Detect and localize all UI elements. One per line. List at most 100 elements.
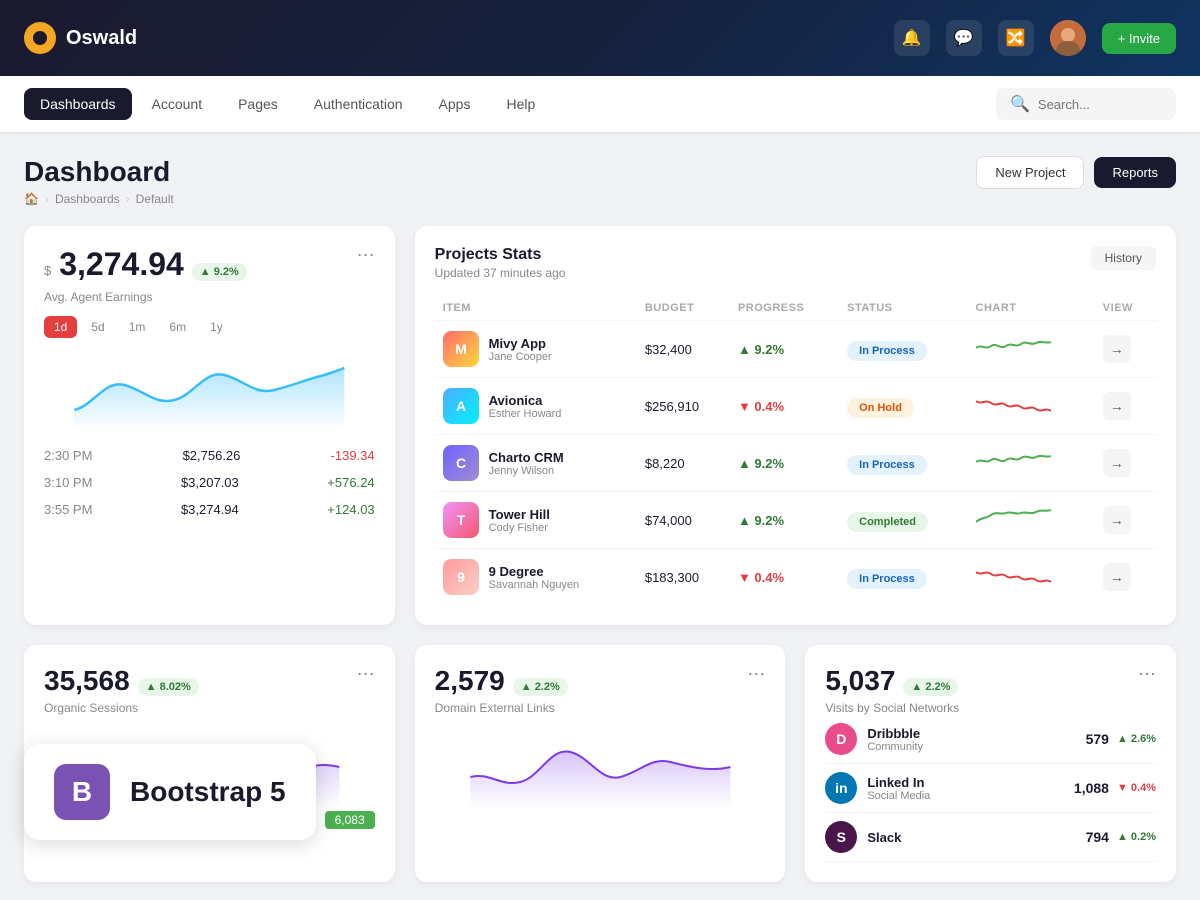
home-icon: 🏠 bbox=[24, 192, 39, 206]
page-title-area: Dashboard 🏠 › Dashboards › Default bbox=[24, 156, 174, 206]
project-item-cell: T Tower Hill Cody Fisher bbox=[435, 492, 637, 549]
earnings-row: 3:55 PM $3,274.94 +124.03 bbox=[44, 496, 375, 523]
social-network-stats: 579 ▲ 2.6% bbox=[1086, 731, 1156, 747]
svg-text:9: 9 bbox=[457, 569, 465, 585]
nav-pages[interactable]: Pages bbox=[222, 88, 294, 120]
earnings-top: $ 3,274.94 ▲ 9.2% bbox=[44, 246, 247, 286]
currency-symbol: $ bbox=[44, 257, 51, 286]
project-chart bbox=[968, 435, 1095, 492]
social-more-button[interactable]: ⋯ bbox=[1138, 665, 1156, 683]
project-item-cell: C Charto CRM Jenny Wilson bbox=[435, 435, 637, 492]
table-row: A Avionica Esther Howard $256,910 ▼ 0.4%… bbox=[435, 378, 1156, 435]
sessions-more-button[interactable]: ⋯ bbox=[357, 665, 375, 683]
time-1: 2:30 PM bbox=[44, 448, 92, 463]
page-actions: New Project Reports bbox=[976, 156, 1176, 189]
top-header: Oswald 🔔 💬 🔀 + Invite bbox=[0, 0, 1200, 76]
project-view: → bbox=[1095, 549, 1156, 606]
links-card: 2,579 ▲ 2.2% Domain External Links ⋯ bbox=[415, 645, 786, 882]
col-chart: CHART bbox=[968, 296, 1095, 321]
projects-table: ITEM BUDGET PROGRESS STATUS CHART VIEW bbox=[435, 296, 1156, 605]
projects-card: Projects Stats Updated 37 minutes ago Hi… bbox=[415, 226, 1176, 625]
projects-title-area: Projects Stats Updated 37 minutes ago bbox=[435, 246, 566, 280]
time-filter-1d[interactable]: 1d bbox=[44, 316, 77, 338]
social-network-change: ▲ 2.6% bbox=[1117, 733, 1156, 745]
project-status: On Hold bbox=[839, 378, 967, 435]
social-network-name: Slack bbox=[867, 830, 901, 845]
project-view: → bbox=[1095, 435, 1156, 492]
col-progress: PROGRESS bbox=[730, 296, 839, 321]
share-icon[interactable]: 🔀 bbox=[998, 20, 1034, 56]
nav-help[interactable]: Help bbox=[490, 88, 551, 120]
reports-button[interactable]: Reports bbox=[1094, 157, 1176, 188]
nav-account[interactable]: Account bbox=[136, 88, 219, 120]
status-badge: In Process bbox=[847, 341, 927, 361]
col-status: STATUS bbox=[839, 296, 967, 321]
time-filter-1m[interactable]: 1m bbox=[119, 316, 156, 338]
earnings-more-button[interactable]: ⋯ bbox=[357, 246, 375, 264]
history-button[interactable]: History bbox=[1091, 246, 1156, 270]
social-network-icon: S bbox=[825, 821, 857, 853]
time-filter-5d[interactable]: 5d bbox=[81, 316, 114, 338]
earnings-chart bbox=[44, 350, 375, 430]
project-status: Completed bbox=[839, 492, 967, 549]
project-view-button[interactable]: → bbox=[1103, 449, 1131, 477]
social-network-change: ▲ 0.2% bbox=[1117, 831, 1156, 843]
social-network-info: S Slack bbox=[825, 821, 901, 853]
project-owner: Esther Howard bbox=[489, 408, 562, 420]
project-budget: $183,300 bbox=[637, 549, 730, 606]
status-badge: On Hold bbox=[847, 398, 914, 418]
social-network-row: in Linked In Social Media 1,088 ▼ 0.4% bbox=[825, 764, 1156, 813]
project-owner: Jane Cooper bbox=[489, 351, 552, 363]
project-view: → bbox=[1095, 321, 1156, 378]
project-budget: $74,000 bbox=[637, 492, 730, 549]
links-more-button[interactable]: ⋯ bbox=[747, 665, 765, 683]
avatar[interactable] bbox=[1050, 20, 1086, 56]
nav-dashboards[interactable]: Dashboards bbox=[24, 88, 132, 120]
project-view-button[interactable]: → bbox=[1103, 563, 1131, 591]
social-network-count: 794 bbox=[1086, 829, 1109, 845]
social-card: 5,037 ▲ 2.2% Visits by Social Networks ⋯… bbox=[805, 645, 1176, 882]
svg-text:A: A bbox=[456, 398, 466, 414]
earnings-change: 9.2% bbox=[214, 266, 239, 278]
project-progress: ▲ 9.2% bbox=[730, 435, 839, 492]
amount-2: $3,207.03 bbox=[181, 475, 239, 490]
projects-title: Projects Stats bbox=[435, 246, 566, 264]
sessions-count: 35,568 bbox=[44, 665, 130, 697]
project-owner: Cody Fisher bbox=[489, 522, 550, 534]
invite-button[interactable]: + Invite bbox=[1102, 23, 1176, 54]
bootstrap-overlay: B Bootstrap 5 bbox=[24, 744, 316, 840]
links-count: 2,579 bbox=[435, 665, 505, 697]
change-3: +124.03 bbox=[327, 502, 374, 517]
search-input[interactable] bbox=[1038, 97, 1162, 112]
project-budget: $32,400 bbox=[637, 321, 730, 378]
nav-bar: Dashboards Account Pages Authentication … bbox=[0, 76, 1200, 132]
earnings-row: 2:30 PM $2,756.26 -139.34 bbox=[44, 442, 375, 469]
notifications-icon[interactable]: 🔔 bbox=[894, 20, 930, 56]
project-name: Avionica bbox=[489, 393, 562, 408]
status-badge: In Process bbox=[847, 455, 927, 475]
project-view: → bbox=[1095, 378, 1156, 435]
project-view-button[interactable]: → bbox=[1103, 392, 1131, 420]
social-network-type: Social Media bbox=[867, 790, 930, 802]
earnings-change-badge: ▲ 9.2% bbox=[192, 263, 247, 281]
breadcrumb-dashboards[interactable]: Dashboards bbox=[55, 192, 120, 206]
new-project-button[interactable]: New Project bbox=[976, 156, 1084, 189]
time-filter-6m[interactable]: 6m bbox=[159, 316, 196, 338]
sessions-label: Organic Sessions bbox=[44, 701, 199, 715]
page-title: Dashboard bbox=[24, 156, 174, 188]
status-badge: Completed bbox=[847, 512, 928, 532]
col-budget: BUDGET bbox=[637, 296, 730, 321]
time-filter-1y[interactable]: 1y bbox=[200, 316, 233, 338]
links-numbers: 2,579 ▲ 2.2% Domain External Links bbox=[435, 665, 568, 715]
sessions-stat-header: 35,568 ▲ 8.02% Organic Sessions ⋯ bbox=[44, 665, 375, 715]
social-network-info: D Dribbble Community bbox=[825, 723, 923, 755]
project-view-button[interactable]: → bbox=[1103, 335, 1131, 363]
project-budget: $8,220 bbox=[637, 435, 730, 492]
amount-3: $3,274.94 bbox=[181, 502, 239, 517]
sessions-numbers: 35,568 ▲ 8.02% Organic Sessions bbox=[44, 665, 199, 715]
nav-authentication[interactable]: Authentication bbox=[298, 88, 419, 120]
chat-icon[interactable]: 💬 bbox=[946, 20, 982, 56]
project-view-button[interactable]: → bbox=[1103, 506, 1131, 534]
links-count-row: 2,579 ▲ 2.2% bbox=[435, 665, 568, 697]
nav-apps[interactable]: Apps bbox=[423, 88, 487, 120]
